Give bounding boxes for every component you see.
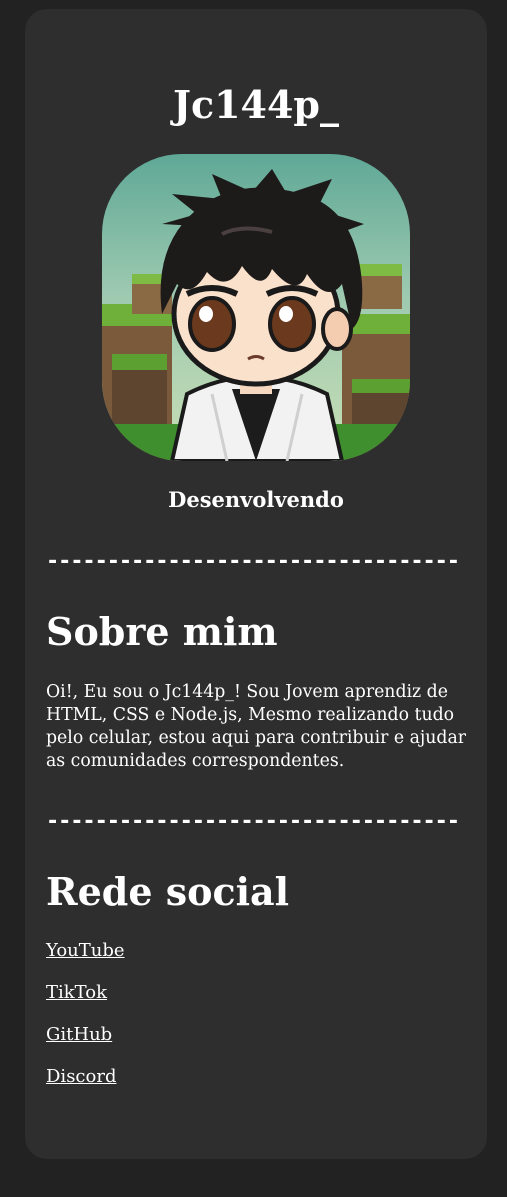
social-heading: Rede social	[46, 869, 290, 914]
discord-link[interactable]: Discord	[46, 1066, 116, 1087]
status-text: Desenvolvendo	[168, 487, 344, 512]
list-item: Discord	[46, 1065, 125, 1107]
social-links-list: YouTube TikTok GitHub Discord	[46, 939, 125, 1107]
username-title: Jc144p_	[172, 82, 339, 127]
list-item: YouTube	[46, 939, 125, 981]
list-item: GitHub	[46, 1023, 125, 1065]
tiktok-link[interactable]: TikTok	[46, 982, 107, 1003]
avatar	[102, 154, 410, 461]
profile-card: Jc144p_ Desenvolvendo ------------------…	[25, 9, 487, 1159]
youtube-link[interactable]: YouTube	[46, 940, 125, 961]
github-link[interactable]: GitHub	[46, 1024, 112, 1045]
about-heading: Sobre mim	[46, 609, 278, 654]
about-text: Oi!, Eu sou o Jc144p_! Sou Jovem aprendi…	[46, 682, 467, 771]
divider: ----------------------------------	[46, 549, 460, 574]
list-item: TikTok	[46, 981, 125, 1023]
avatar-image	[102, 154, 410, 461]
divider: ----------------------------------	[46, 809, 460, 834]
